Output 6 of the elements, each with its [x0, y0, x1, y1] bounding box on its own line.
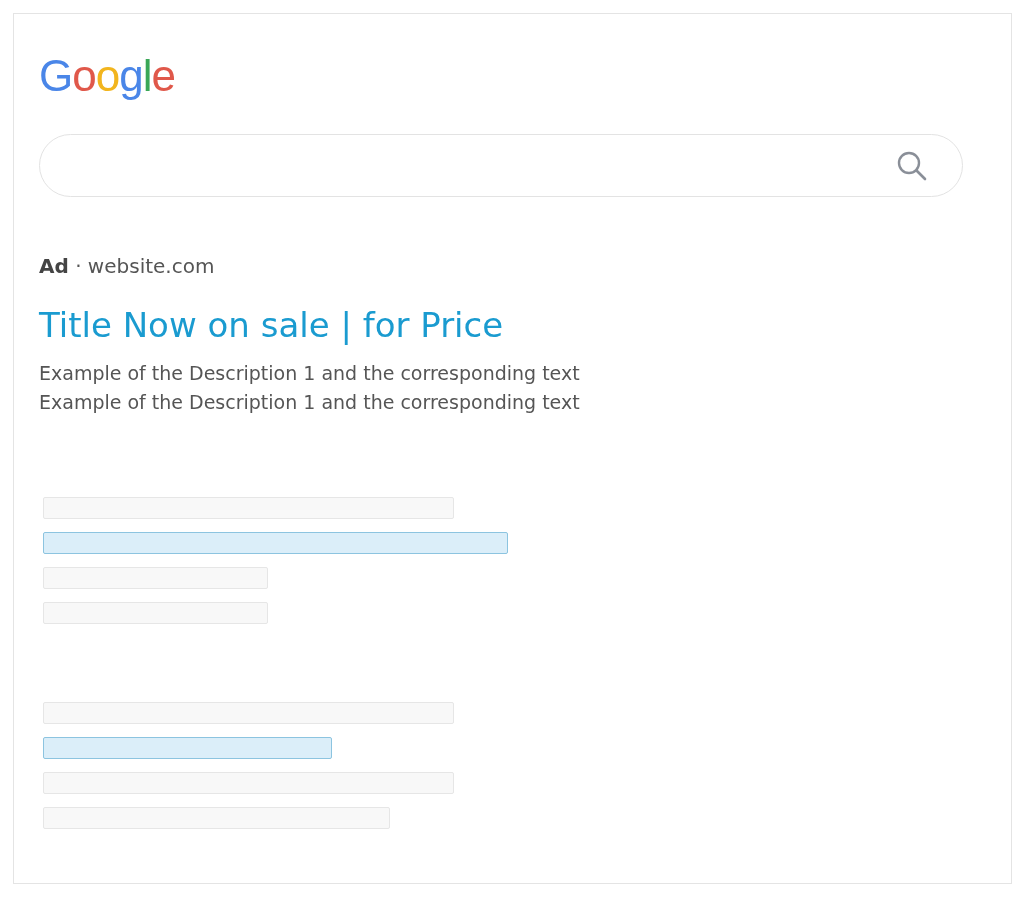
logo: Google [39, 50, 175, 102]
search-icon[interactable] [896, 149, 928, 182]
ad-title[interactable]: Title Now on sale | for Price [39, 303, 504, 347]
ad-source: Ad · website.com [39, 253, 215, 279]
ad-description: Example of the Description 1 and the corresponding text [39, 390, 580, 415]
ad-description: Example of the Description 1 and the corresponding text [39, 361, 580, 386]
